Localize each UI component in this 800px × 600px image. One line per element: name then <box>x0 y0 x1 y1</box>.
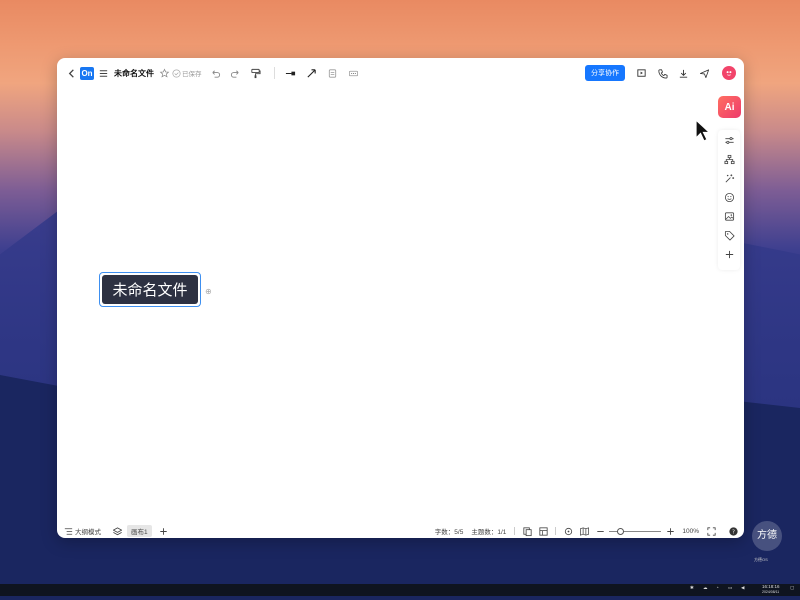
locate-icon[interactable] <box>562 525 574 537</box>
status-divider <box>555 527 557 535</box>
map-icon[interactable] <box>578 525 590 537</box>
clock-time[interactable]: 16:18:16 <box>762 584 780 589</box>
format-brush-icon[interactable] <box>250 67 262 79</box>
zoom-slider-knob[interactable] <box>617 527 625 535</box>
outline-mode-button[interactable]: 大纲模式 <box>75 526 101 536</box>
redo-icon[interactable] <box>230 67 242 79</box>
send-icon[interactable] <box>698 67 710 79</box>
watermark-subtext: 方德OS <box>754 557 768 562</box>
watermark-seal: 方德 <box>752 521 782 551</box>
menu-icon[interactable] <box>97 67 109 79</box>
word-count: 字数：5/5 <box>434 529 464 536</box>
bottom-statusbar: 大纲模式 画布1 字数：5/5 主题数：1/1 100% ? <box>57 524 744 538</box>
arrow-icon[interactable] <box>306 67 318 79</box>
volume-icon[interactable]: ◀ <box>741 585 744 591</box>
cloud-icon[interactable]: ☁ <box>703 585 708 591</box>
outline-icon[interactable] <box>62 525 74 537</box>
app-window: On 未命名文件 已保存 分享协作 Ai 未命名文件 ⊕ 大纲模式 画布1 字数… <box>57 58 744 538</box>
saved-check-icon <box>170 67 182 79</box>
notification-icon[interactable]: ▢ <box>790 585 794 591</box>
zoom-out-icon[interactable] <box>594 525 606 537</box>
app-logo[interactable]: On <box>80 66 94 80</box>
layers-icon[interactable] <box>111 525 123 537</box>
zoom-in-icon[interactable] <box>664 525 676 537</box>
topic-count: 主题数：1/1 <box>471 529 507 536</box>
fullscreen-icon[interactable] <box>705 525 717 537</box>
more-icon[interactable] <box>348 67 360 79</box>
status-divider <box>514 527 516 535</box>
structure-icon[interactable] <box>723 153 735 165</box>
add-canvas-icon[interactable] <box>158 525 170 537</box>
user-avatar[interactable] <box>722 66 736 80</box>
line-style-icon[interactable] <box>285 67 297 79</box>
phone-icon[interactable] <box>656 67 668 79</box>
wifi-icon[interactable]: ◔ <box>716 585 719 590</box>
node-add-icon[interactable]: ⊕ <box>205 287 212 296</box>
present-icon[interactable] <box>635 67 647 79</box>
magic-icon[interactable] <box>723 172 735 184</box>
help-icon[interactable]: ? <box>727 525 739 537</box>
tag-icon[interactable] <box>723 229 735 241</box>
system-taskbar: ✱ ☁ ◔ ▭ ◀ 16:18:16 2024/08/11 ▢ <box>0 584 800 596</box>
mouse-cursor-icon <box>694 118 712 149</box>
share-button[interactable]: 分享协作 <box>585 65 625 81</box>
frame-icon[interactable] <box>327 67 339 79</box>
star-icon[interactable] <box>158 67 170 79</box>
download-icon[interactable] <box>677 67 689 79</box>
svg-text:?: ? <box>732 529 735 535</box>
root-topic-text[interactable]: 未命名文件 <box>102 275 198 304</box>
layout-icon[interactable] <box>537 525 549 537</box>
emoji-icon[interactable] <box>723 191 735 203</box>
ai-assistant-button[interactable]: Ai <box>718 96 741 118</box>
bluetooth-icon[interactable]: ✱ <box>690 585 694 591</box>
toolbar-divider <box>273 67 275 79</box>
right-tool-panel <box>718 130 740 270</box>
copy-icon[interactable] <box>521 525 533 537</box>
plus-icon[interactable] <box>723 248 735 260</box>
clock-date[interactable]: 2024/08/11 <box>762 590 779 594</box>
document-title[interactable]: 未命名文件 <box>114 68 154 79</box>
canvas-tab[interactable]: 画布1 <box>127 525 152 537</box>
settings-sliders-icon[interactable] <box>723 134 735 146</box>
root-topic-node[interactable]: 未命名文件 <box>99 272 201 307</box>
top-toolbar: On 未命名文件 已保存 分享协作 <box>57 58 744 88</box>
zoom-level[interactable]: 100% <box>682 528 699 535</box>
image-icon[interactable] <box>723 210 735 222</box>
saved-status: 已保存 <box>182 71 202 78</box>
undo-icon[interactable] <box>210 67 222 79</box>
network-icon[interactable]: ▭ <box>728 585 732 591</box>
back-icon[interactable] <box>65 67 77 79</box>
zoom-slider[interactable] <box>609 527 662 535</box>
